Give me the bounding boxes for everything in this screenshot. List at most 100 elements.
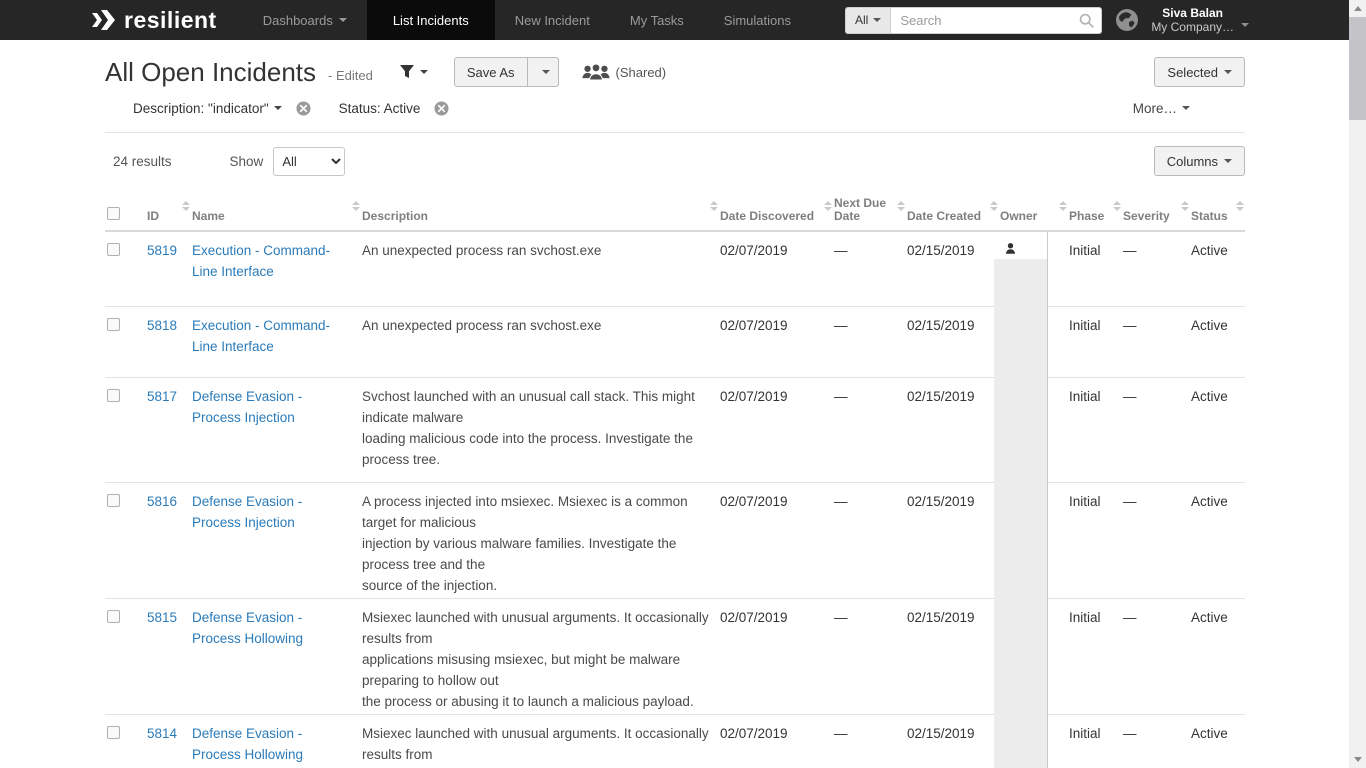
- search-icon[interactable]: [1078, 12, 1095, 34]
- phase-value: Initial: [1069, 389, 1101, 404]
- filter-chip-description[interactable]: Description: "indicator": [133, 101, 282, 116]
- nav-right-controls: All Siva Bala: [844, 0, 1249, 40]
- sort-icon[interactable]: [1059, 201, 1067, 211]
- filter-row: Description: "indicator" Status: Active: [105, 96, 1245, 120]
- incident-id-link[interactable]: 5816: [147, 494, 177, 509]
- sort-icon[interactable]: [1236, 201, 1244, 211]
- phase-value: Initial: [1069, 610, 1101, 625]
- nav-item-list-incidents[interactable]: List Incidents: [366, 0, 495, 40]
- column-header-date-discovered: Date Discovered: [718, 197, 832, 230]
- incident-description: Svchost launched with an unusual call st…: [362, 389, 695, 467]
- incident-id-link[interactable]: 5818: [147, 318, 177, 333]
- sort-icon[interactable]: [710, 201, 718, 211]
- date-discovered: 02/07/2019: [720, 243, 788, 258]
- scrollbar-thumb[interactable]: [1349, 17, 1366, 120]
- row-checkbox[interactable]: [107, 610, 120, 623]
- table-row: 5814 Defense Evasion - Process Hollowing…: [105, 715, 1245, 768]
- save-as-caret-button[interactable]: [527, 57, 559, 87]
- incident-name-link[interactable]: Defense Evasion - Process Injection: [192, 494, 302, 530]
- column-guide-line: [1047, 231, 1048, 768]
- user-menu[interactable]: Siva Balan My Company…: [1151, 6, 1249, 34]
- search-scope-button[interactable]: All: [844, 6, 891, 34]
- selected-button[interactable]: Selected: [1154, 57, 1245, 87]
- incident-id-link[interactable]: 5819: [147, 243, 177, 258]
- incident-description: An unexpected process ran svchost.exe: [362, 243, 602, 258]
- chevron-down-icon: [419, 70, 428, 74]
- section-divider: [105, 132, 1245, 133]
- vertical-scrollbar[interactable]: [1349, 0, 1366, 768]
- results-row: 24 results Show All Columns: [105, 146, 1245, 176]
- edited-label: - Edited: [328, 67, 373, 83]
- chevron-down-icon: [338, 18, 347, 22]
- incident-description: Msiexec launched with unusual arguments.…: [362, 726, 709, 762]
- column-header-owner: Owner: [998, 197, 1067, 230]
- status-value: Active: [1191, 243, 1228, 258]
- nav-item-new-incident[interactable]: New Incident: [495, 0, 610, 40]
- severity-value: —: [1123, 318, 1137, 333]
- incident-name-link[interactable]: Execution - Command-Line Interface: [192, 318, 330, 354]
- table-row: 5816 Defense Evasion - Process Injection…: [105, 483, 1245, 599]
- select-all-checkbox[interactable]: [107, 207, 120, 220]
- incident-id-link[interactable]: 5814: [147, 726, 177, 741]
- page: resilient Dashboards List Incidents New …: [0, 0, 1366, 768]
- remove-status-filter-icon[interactable]: [434, 100, 449, 116]
- sort-icon[interactable]: [182, 201, 190, 211]
- incident-id-link[interactable]: 5817: [147, 389, 177, 404]
- page-title: All Open Incidents: [105, 56, 317, 87]
- owner-person-icon[interactable]: [1004, 242, 1017, 255]
- chevron-down-icon: [1241, 23, 1249, 27]
- row-checkbox[interactable]: [107, 389, 120, 402]
- date-discovered: 02/07/2019: [720, 389, 788, 404]
- nav-item-my-tasks[interactable]: My Tasks: [610, 0, 704, 40]
- date-created: 02/15/2019: [907, 610, 975, 625]
- chevron-down-icon: [873, 18, 882, 22]
- show-select[interactable]: All: [273, 146, 346, 176]
- scrollbar-down-button[interactable]: [1349, 751, 1366, 768]
- search-input[interactable]: [890, 6, 1103, 34]
- incident-name-link[interactable]: Defense Evasion - Process Hollowing: [192, 610, 303, 646]
- incident-name-link[interactable]: Defense Evasion - Process Injection: [192, 389, 302, 425]
- date-discovered: 02/07/2019: [720, 318, 788, 333]
- row-checkbox[interactable]: [107, 318, 120, 331]
- table-body: 5819 Execution - Command-Line Interface …: [105, 232, 1245, 768]
- nav-item-simulations[interactable]: Simulations: [704, 0, 811, 40]
- filter-chip-status[interactable]: Status: Active: [339, 101, 421, 116]
- severity-value: —: [1123, 610, 1137, 625]
- scrollbar-up-button[interactable]: [1349, 0, 1366, 17]
- globe-icon[interactable]: [1115, 8, 1139, 32]
- incident-description: An unexpected process ran svchost.exe: [362, 318, 602, 333]
- date-created: 02/15/2019: [907, 494, 975, 509]
- filter-funnel-button[interactable]: [399, 64, 428, 80]
- incident-name-link[interactable]: Execution - Command-Line Interface: [192, 243, 330, 279]
- chevron-down-icon: [1224, 70, 1232, 74]
- brand-chevrons-icon: [90, 8, 118, 32]
- nav-item-dashboards[interactable]: Dashboards: [243, 0, 367, 40]
- severity-value: —: [1123, 494, 1137, 509]
- row-checkbox[interactable]: [107, 726, 120, 739]
- sort-icon[interactable]: [1181, 201, 1189, 211]
- save-as-button[interactable]: Save As: [453, 57, 528, 87]
- sort-icon[interactable]: [352, 201, 360, 211]
- row-checkbox[interactable]: [107, 243, 120, 256]
- table-row: 5817 Defense Evasion - Process Injection…: [105, 378, 1245, 483]
- row-checkbox[interactable]: [107, 494, 120, 507]
- date-created: 02/15/2019: [907, 726, 975, 741]
- remove-description-filter-icon[interactable]: [296, 100, 311, 116]
- incident-description: Msiexec launched with unusual arguments.…: [362, 610, 709, 709]
- phase-value: Initial: [1069, 243, 1101, 258]
- sort-icon[interactable]: [1113, 201, 1121, 211]
- incident-name-link[interactable]: Defense Evasion - Process Hollowing: [192, 726, 303, 762]
- owner-column-highlight: [994, 259, 1047, 768]
- next-due-date: —: [834, 318, 848, 333]
- sort-icon[interactable]: [824, 201, 832, 211]
- column-header-phase: Phase: [1067, 197, 1121, 230]
- sort-icon[interactable]: [897, 201, 905, 211]
- brand-text: resilient: [124, 6, 217, 33]
- incident-id-link[interactable]: 5815: [147, 610, 177, 625]
- table-header: ID Name Description Date Discovered Next…: [105, 197, 1245, 232]
- more-filters-link[interactable]: More…: [1133, 101, 1190, 116]
- columns-button[interactable]: Columns: [1153, 146, 1245, 176]
- sort-icon[interactable]: [990, 201, 998, 211]
- resilient-logo[interactable]: resilient: [90, 0, 243, 40]
- user-org: My Company…: [1151, 20, 1234, 34]
